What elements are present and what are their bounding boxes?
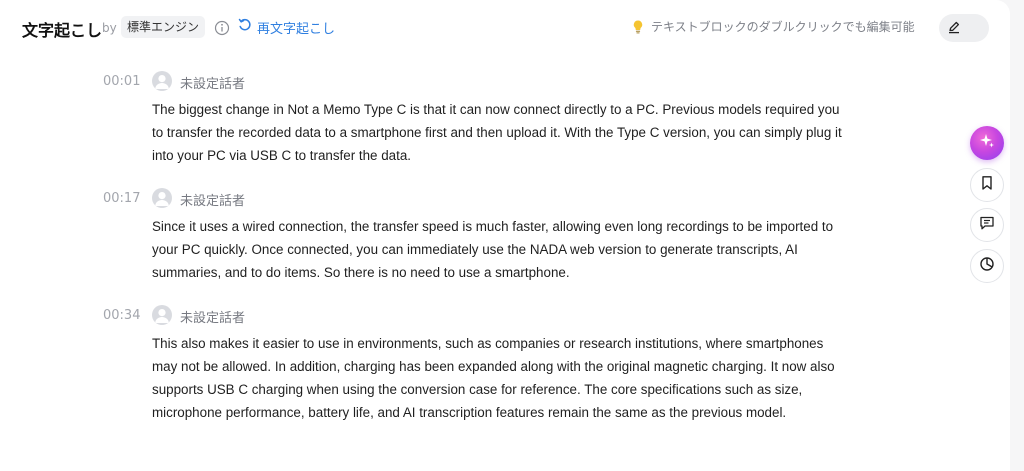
ai-assistant-button[interactable]	[970, 126, 1004, 160]
refresh-icon	[238, 18, 257, 36]
timestamp[interactable]: 00:01	[103, 74, 140, 89]
timestamp[interactable]: 00:17	[103, 191, 140, 206]
page-title: 文字起こし	[22, 21, 103, 40]
sparkle-icon	[978, 132, 996, 154]
bookmark-icon	[980, 175, 994, 195]
transcript-text[interactable]: This also makes it easier to use in envi…	[152, 332, 852, 424]
pencil-icon	[947, 19, 961, 38]
retranscribe-button[interactable]: 再文字起こし	[238, 17, 335, 37]
lightbulb-icon	[631, 19, 645, 35]
engine-badge: 標準エンジン	[121, 16, 206, 38]
edit-toggle-button[interactable]	[939, 14, 989, 42]
pie-chart-icon	[979, 256, 995, 276]
retranscribe-label: 再文字起こし	[257, 21, 336, 37]
avatar	[152, 305, 172, 325]
info-icon[interactable]	[214, 20, 230, 36]
avatar	[152, 188, 172, 208]
speaker-name[interactable]: 未設定話者	[180, 307, 245, 326]
avatar	[152, 71, 172, 91]
by-label: by	[102, 21, 117, 35]
transcript-panel: 文字起こし by 標準エンジン 再文字起こし テキストブロックのダブルクリックで…	[0, 0, 1010, 471]
bookmark-button[interactable]	[970, 168, 1004, 202]
speaker-name[interactable]: 未設定話者	[180, 190, 245, 209]
comment-button[interactable]	[970, 208, 1004, 242]
transcript-header: 文字起こし by 標準エンジン 再文字起こし テキストブロックのダブルクリックで…	[0, 0, 1010, 56]
timestamp[interactable]: 00:34	[103, 308, 140, 323]
edit-hint: テキストブロックのダブルクリックでも編集可能	[631, 18, 915, 35]
transcript-text[interactable]: The biggest change in Not a Memo Type C …	[152, 98, 852, 167]
edit-hint-text: テキストブロックのダブルクリックでも編集可能	[651, 20, 915, 34]
summary-chart-button[interactable]	[970, 249, 1004, 283]
speaker-name[interactable]: 未設定話者	[180, 73, 245, 92]
transcript-text[interactable]: Since it uses a wired connection, the tr…	[152, 215, 852, 284]
comment-icon	[979, 215, 995, 235]
